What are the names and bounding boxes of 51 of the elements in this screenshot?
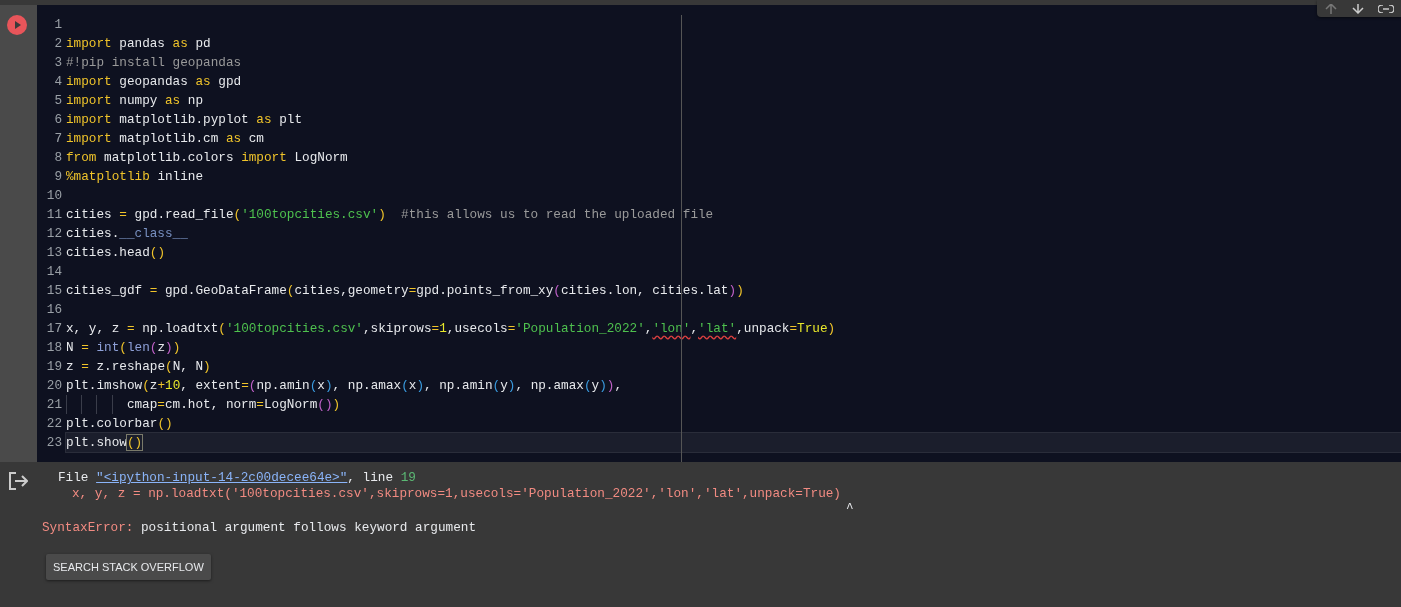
arrow-down-icon[interactable] — [1351, 3, 1365, 14]
line-number: 23 — [45, 434, 62, 452]
line-number: 8 — [53, 149, 62, 167]
line-number: 4 — [53, 73, 62, 91]
line-number: 9 — [53, 168, 62, 186]
traceback-file-line: File "<ipython-input-14-2c00decee64e>", line 19 — [57, 470, 417, 486]
line-number: 12 — [45, 225, 62, 243]
line-number: 11 — [45, 206, 62, 224]
code-line: import matplotlib.pyplot as plt — [66, 111, 304, 129]
line-number: 21 — [45, 396, 62, 414]
line-number: 14 — [45, 263, 62, 281]
line-number: 20 — [45, 377, 62, 395]
code-line: %matplotlib inline — [66, 168, 205, 186]
code-line: from matplotlib.colors import LogNorm — [66, 149, 349, 167]
code-line: cmap=cm.hot, norm=LogNorm()) — [66, 395, 1401, 414]
search-stack-overflow-button[interactable]: SEARCH STACK OVERFLOW — [46, 554, 211, 580]
line-number: 16 — [45, 301, 62, 319]
line-number: 1 — [53, 16, 62, 34]
line-number: 10 — [45, 187, 62, 205]
line-number: 17 — [45, 320, 62, 338]
output-icon[interactable] — [8, 472, 28, 490]
file-link[interactable]: "<ipython-input-14-2c00decee64e>" — [96, 470, 348, 485]
error-caret: ^ — [845, 502, 855, 516]
line-number: 6 — [53, 111, 62, 129]
run-button[interactable] — [7, 15, 27, 35]
code-line: import geopandas as gpd — [66, 73, 243, 91]
line-number: 13 — [45, 244, 62, 262]
line-number: 7 — [53, 130, 62, 148]
code-line: plt.imshow(z+10, extent=(np.amin(x), np.amax(x), np.amin(y), np.amax(y)), — [66, 377, 624, 395]
code-line: import numpy as np — [66, 92, 205, 110]
line-number: 18 — [45, 339, 62, 357]
code-line: cities.head() — [66, 244, 166, 262]
code-line: N = int(len(z)) — [66, 339, 182, 357]
traceback-source-line: x, y, z = np.loadtxt('100topcities.csv',skiprows=1,usecols='Population_2022','lon','lat',unpack=True) — [71, 486, 842, 502]
line-number: 19 — [45, 358, 62, 376]
code-line: #!pip install geopandas — [66, 54, 243, 72]
code-line: cities_gdf = gpd.GeoDataFrame(cities,geometry=gpd.points_from_xy(cities.lon, cities.lat)) — [66, 282, 745, 300]
line-number: 15 — [45, 282, 62, 300]
code-line: import pandas as pd — [66, 35, 212, 53]
code-line: plt.colorbar() — [66, 415, 174, 433]
line-number: 2 — [53, 35, 62, 53]
error-message: SyntaxError: positional argument follows keyword argument — [42, 520, 477, 536]
line-number: 5 — [53, 92, 62, 110]
arrow-up-icon[interactable] — [1323, 3, 1338, 14]
code-line: z = z.reshape(N, N) — [66, 358, 212, 376]
code-line: cities.__class__ — [66, 225, 189, 243]
code-line: cities = gpd.read_file('100topcities.csv') #this allows us to read the uploaded file — [66, 206, 715, 224]
code-line: import matplotlib.cm as cm — [66, 130, 265, 148]
line-number: 22 — [45, 415, 62, 433]
line-number: 3 — [53, 54, 62, 72]
link-icon[interactable] — [1378, 4, 1395, 13]
